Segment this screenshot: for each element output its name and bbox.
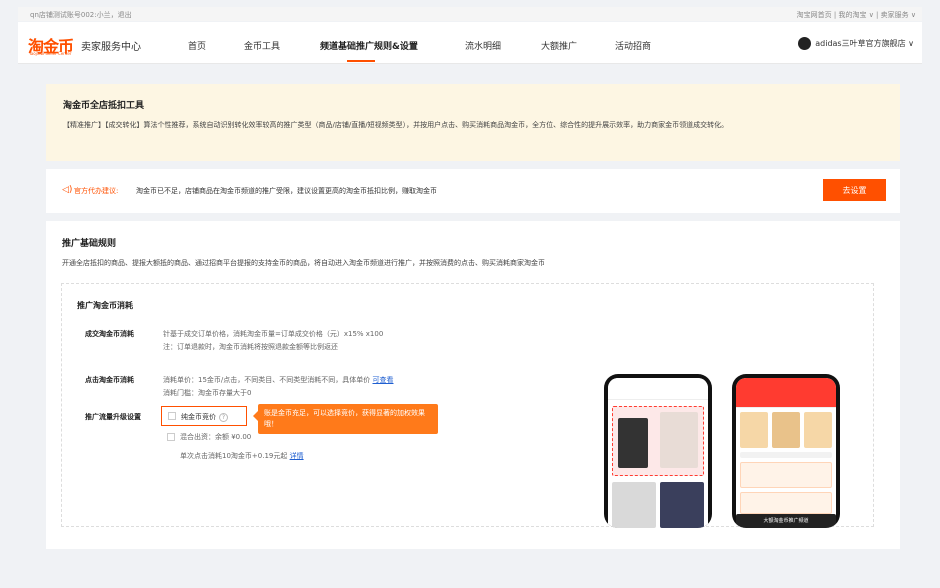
click-label: 点击淘金币消耗 [85,376,134,384]
notice-card: ◁) 官方代办建议: 淘金币已不足，店铺商品在淘金币频道的推广受限，建议设置更高… [46,169,900,213]
deal-values: 针基于成交订单价格，消耗淘金币量=订单成交价格（元）x15% x100 注：订单… [163,328,383,354]
nav-coin-tools[interactable]: 金币工具 [244,39,280,52]
notice-text: 淘金币已不足，店铺商品在淘金币频道的推广受限，建议设置更高的淘金币抵扣比例，赚取… [136,187,437,195]
mixed-funding-label: 混合出资：余额 ¥0.00 [180,433,252,441]
nav-active-indicator [347,60,375,62]
nav-large-promo[interactable]: 大额推广 [541,39,577,52]
nav-channel-rules[interactable]: 频道基础推广规则&设置 [320,39,418,52]
detail-link[interactable]: 详情 [290,452,304,460]
shop-logo-icon [798,37,812,50]
consumption-title: 推广淘金币消耗 [77,301,133,310]
shop-switcher[interactable]: adidas三叶草官方旗舰店 ∨ [798,37,914,50]
phone-preview-2: 大额淘金币推广频道 [732,374,840,528]
account-logout-text[interactable]: qn店铺测试账号002:小兰，退出 [30,10,132,20]
upgrade-cost-line: 单次点击消耗10淘金币+0.19元起 详情 [180,452,304,460]
nav-events[interactable]: 活动招商 [615,39,651,52]
intro-title: 淘金币全店抵扣工具 [63,101,145,111]
pure-coin-label: 纯金币竞价 [181,413,216,421]
deal-line1: 针基于成交订单价格，消耗淘金币量=订单成交价格（元）x15% x100 [163,330,384,338]
top-links[interactable]: 淘宝网首页 | 我的淘宝 ∨ | 卖家服务 ∨ [797,10,916,20]
intro-desc: 【精准推广】【成交转化】算法个性推荐，系统自动识别转化效率较高的推广类型（商品/… [63,121,729,129]
shop-name: adidas三叶草官方旗舰店 ∨ [815,39,914,48]
upgrade-label: 推广流量升级设置 [85,413,141,421]
phone-preview-1 [604,374,712,528]
rules-title: 推广基础规则 [62,239,117,249]
nav-flow-detail[interactable]: 流水明细 [465,39,501,52]
phone-banner: 大额淘金币推广频道 [736,514,836,528]
speaker-icon: ◁) [62,185,73,195]
logo-subtitle: Taojinbi Seller Center [29,51,72,56]
pure-coin-bid-option[interactable]: 纯金币竞价? [161,406,247,426]
go-settings-button[interactable]: 去设置 [823,179,886,201]
nav-home[interactable]: 首页 [188,39,206,52]
deal-line2: 注：订单退款时，淘金币消耗将按照退款金额等比例返还 [163,343,338,351]
mixed-funding-checkbox[interactable] [167,433,175,441]
rules-desc: 开通全店抵扣的商品、提报大额抵的商品、通过招商平台提报的支持金币的商品，将自动进… [62,259,545,267]
click-line1: 消耗单价：15金币/点击，不同类目、不同类型消耗不同，具体单价 [163,376,371,384]
top-bar: qn店铺测试账号002:小兰，退出 淘宝网首页 | 我的淘宝 ∨ | 卖家服务 … [18,7,922,21]
intro-card: 淘金币全店抵扣工具 【精准推广】【成交转化】算法个性推荐，系统自动识别转化效率较… [46,84,900,161]
help-icon[interactable]: ? [219,413,228,422]
click-values: 消耗单价：15金币/点击，不同类目、不同类型消耗不同，具体单价 可查看 消耗门槛… [163,374,394,400]
click-line2: 消耗门槛：淘金币存量大于0 [163,389,252,397]
view-price-link[interactable]: 可查看 [373,376,394,384]
header: 淘金币 Taojinbi Seller Center 卖家服务中心 首页 金币工… [18,22,922,64]
pure-coin-checkbox[interactable] [168,412,176,420]
deal-label: 成交淘金币消耗 [85,330,134,338]
bid-tooltip: 账是金币充足，可以选择竞价，获得显著的加权效果哦！ [253,404,438,434]
app-name: 卖家服务中心 [81,42,141,53]
notice-label: 官方代办建议: [74,187,119,195]
